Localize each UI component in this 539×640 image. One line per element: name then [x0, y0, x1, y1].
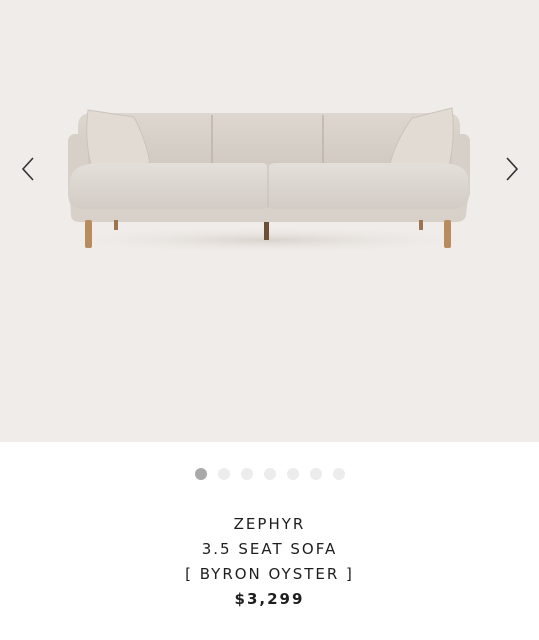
product-info: ZEPHYR 3.5 SEAT SOFA [ BYRON OYSTER ] $3…: [0, 512, 539, 612]
carousel-dot[interactable]: [332, 468, 345, 480]
carousel-pagination: [0, 467, 539, 481]
product-price: $3,299: [234, 590, 305, 608]
previous-image-button[interactable]: [13, 152, 43, 186]
product-page: ZEPHYR 3.5 SEAT SOFA [ BYRON OYSTER ] $3…: [0, 0, 539, 640]
carousel-dot[interactable]: [286, 468, 299, 480]
next-image-button[interactable]: [497, 152, 527, 186]
carousel-dot[interactable]: [194, 468, 207, 480]
product-name: 3.5 SEAT SOFA: [201, 540, 338, 558]
carousel-dot[interactable]: [309, 468, 322, 480]
carousel-dot[interactable]: [240, 468, 253, 480]
product-variant: [ BYRON OYSTER ]: [185, 565, 354, 583]
product-image: [48, 107, 488, 254]
product-brand: ZEPHYR: [233, 515, 306, 533]
chevron-right-icon: [506, 157, 519, 181]
carousel-dot[interactable]: [263, 468, 276, 480]
carousel-dot[interactable]: [217, 468, 230, 480]
chevron-left-icon: [21, 157, 34, 181]
product-image-gallery[interactable]: [0, 0, 539, 442]
